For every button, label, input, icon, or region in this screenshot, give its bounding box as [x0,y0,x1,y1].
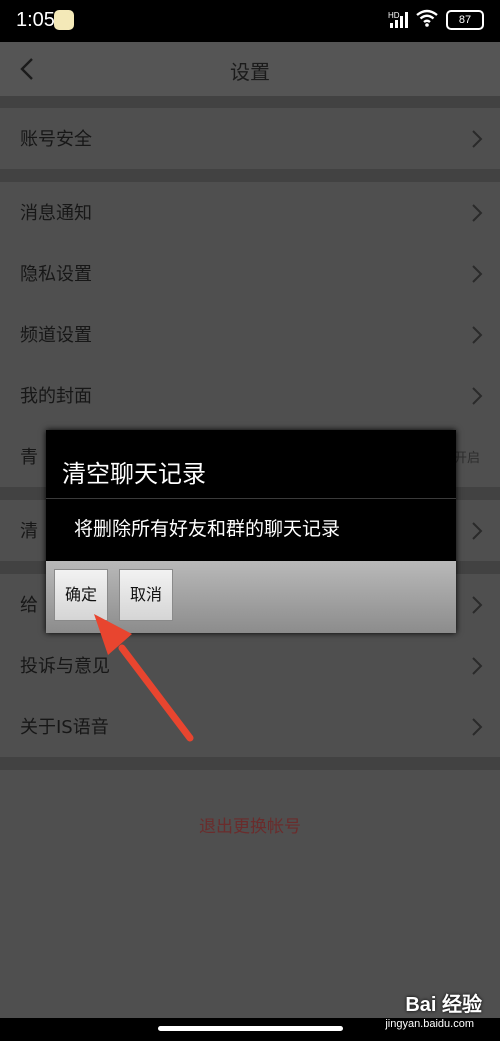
settings-item-label: 频道设置 [20,325,92,346]
settings-item-notifications[interactable]: 消息通知 [0,182,500,243]
page-title: 设置 [230,60,270,84]
battery-indicator: 87 [446,10,484,30]
dialog-title: 清空聊天记录 [62,460,206,488]
dialog-button-bar: 确定 取消 [46,561,456,633]
settings-item-cover[interactable]: 我的封面 [0,365,500,426]
status-icons: HD 87 [388,9,484,31]
status-bar: 1:05 HD 87 [0,0,500,42]
chevron-right-icon [472,326,483,344]
logout-section [0,770,500,1018]
settings-item-label: 我的封面 [20,386,92,407]
settings-item-privacy[interactable]: 隐私设置 [0,243,500,304]
settings-item-label: 青 [20,447,38,468]
settings-item-label: 关于IS语音 [20,717,109,738]
cancel-button[interactable]: 取消 [119,569,173,621]
logout-button[interactable]: 退出更换帐号 [0,812,500,837]
section-divider [0,96,500,108]
chevron-right-icon [472,265,483,283]
chevron-right-icon [472,718,483,736]
signal-icon: HD [388,11,408,29]
chevron-right-icon [472,130,483,148]
network-type-label: HD [388,11,400,20]
chevron-right-icon [472,522,483,540]
settings-item-label: 消息通知 [20,203,92,224]
dialog-message: 将删除所有好友和群的聊天记录 [74,518,341,540]
section-divider [0,169,500,182]
status-time: 1:05 [16,9,55,31]
settings-item-label: 投诉与意见 [20,656,110,677]
chevron-right-icon [472,204,483,222]
settings-item-feedback[interactable]: 投诉与意见 [0,635,500,696]
chevron-right-icon [472,596,483,614]
settings-item-channel[interactable]: 频道设置 [0,304,500,365]
settings-item-account-security[interactable]: 账号安全 [0,108,500,169]
dialog-divider [46,498,456,499]
section-divider [0,757,500,770]
settings-item-about[interactable]: 关于IS语音 [0,696,500,757]
settings-item-label: 账号安全 [20,129,92,150]
confirm-button[interactable]: 确定 [54,569,108,621]
settings-item-label: 清 [20,521,38,542]
chevron-right-icon [472,387,483,405]
settings-item-label: 隐私设置 [20,264,92,285]
watermark-url: jingyan.baidu.com [385,1018,474,1030]
wifi-icon [416,9,438,31]
app-notification-icon [54,10,74,30]
baidu-watermark: Bai 经验 [405,994,482,1016]
settings-item-value: 开启 [453,451,480,466]
clear-chat-dialog: 清空聊天记录 将删除所有好友和群的聊天记录 确定 取消 [46,430,456,633]
chevron-right-icon [472,657,483,675]
nav-bar: 设置 [0,42,500,96]
settings-item-label: 给 [20,595,38,616]
home-indicator[interactable] [158,1026,343,1031]
